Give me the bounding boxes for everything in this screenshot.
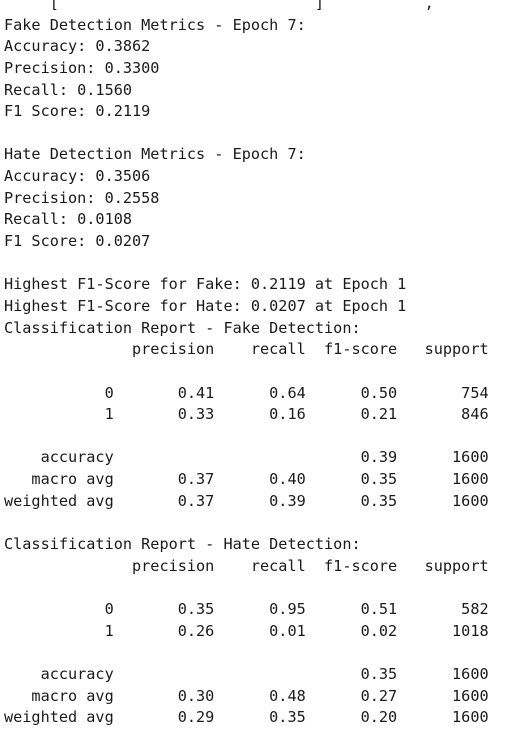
output-line: Precision: 0.2558 <box>4 188 160 207</box>
output-line: 1 0.33 0.16 0.21 846 <box>4 405 489 424</box>
output-line: precision recall f1-score support <box>4 556 489 575</box>
output-line: weighted avg 0.29 0.35 0.20 1600 <box>4 708 489 727</box>
output-line: accuracy 0.39 1600 <box>4 448 489 467</box>
output-line: Precision: 0.3300 <box>4 58 160 77</box>
output-line: Recall: 0.1560 <box>4 80 133 99</box>
output-line: macro avg 0.37 0.40 0.35 1600 <box>4 470 489 489</box>
output-line: Highest F1-Score for Fake: 0.2119 at Epo… <box>4 275 407 294</box>
output-line: Accuracy: 0.3506 <box>4 167 151 186</box>
output-lines: Fake Detection Metrics - Epoch 7: Accurac… <box>4 15 523 729</box>
output-line: 1 0.26 0.01 0.02 1018 <box>4 621 489 640</box>
output-line: macro avg 0.30 0.48 0.27 1600 <box>4 686 489 705</box>
output-line: Fake Detection Metrics - Epoch 7: <box>4 15 306 34</box>
output-line: Accuracy: 0.3862 <box>4 37 151 56</box>
output-line: 0 0.35 0.95 0.51 582 <box>4 599 489 618</box>
clipped-line: [ ] , <box>4 0 471 12</box>
output-line: Recall: 0.0108 <box>4 210 133 229</box>
output-line: Highest F1-Score for Hate: 0.0207 at Epo… <box>4 296 407 315</box>
output-line: 0 0.41 0.64 0.50 754 <box>4 383 489 402</box>
output-line: precision recall f1-score support <box>4 340 489 359</box>
output-line: F1 Score: 0.2119 <box>4 102 151 121</box>
output-line: Hate Detection Metrics - Epoch 7: <box>4 145 306 164</box>
output-line: Classification Report - Hate Detection: <box>4 535 361 554</box>
output-line: accuracy 0.35 1600 <box>4 664 489 683</box>
console-output: [ ] , Fake Detection Metrics - Epoch 7: A… <box>4 0 523 729</box>
output-line: Classification Report - Fake Detection: <box>4 318 361 337</box>
output-line: F1 Score: 0.0207 <box>4 232 151 251</box>
output-line: weighted avg 0.37 0.39 0.35 1600 <box>4 491 489 510</box>
